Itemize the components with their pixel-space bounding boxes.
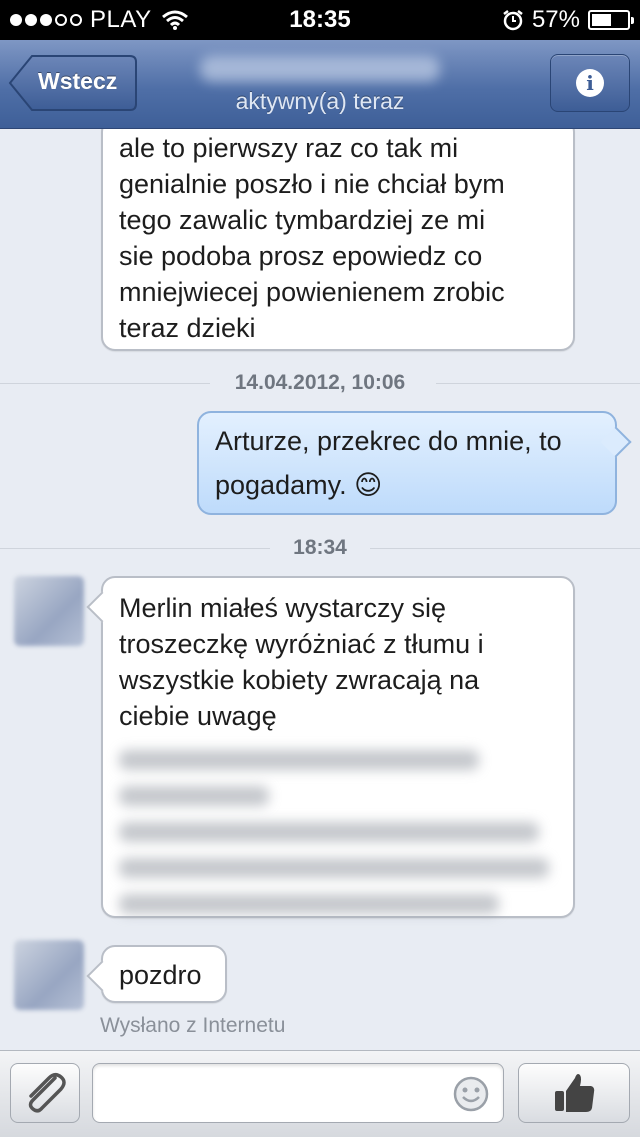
message-line: tego zawalic tymbardziej ze mi: [119, 205, 486, 235]
battery-fill: [592, 14, 611, 26]
message-input-bar: [0, 1050, 640, 1137]
redacted-line: [119, 750, 479, 770]
redacted-link-text: [119, 750, 557, 914]
sender-avatar[interactable]: [14, 940, 84, 1010]
redacted-line: [119, 858, 549, 878]
navigation-bar: Wstecz aktywny(a) teraz i: [0, 40, 640, 129]
smiley-emoji: 😊: [354, 470, 383, 501]
sender-avatar[interactable]: [14, 576, 84, 646]
redacted-line: [119, 822, 539, 842]
alarm-icon: [503, 10, 523, 31]
status-bar: PLAY 18:35 57%: [0, 0, 640, 40]
redacted-line: [119, 894, 499, 914]
redacted-name-blur: [200, 56, 440, 82]
like-button[interactable]: [518, 1063, 630, 1123]
message-line: Merlin miałeś wystarczy się: [119, 593, 447, 623]
contact-name-redacted: [190, 52, 450, 86]
timestamp-divider: 18:34: [0, 536, 640, 560]
status-right: 57%: [502, 6, 634, 34]
smiley-icon[interactable]: [452, 1075, 490, 1113]
message-input[interactable]: [92, 1063, 504, 1123]
attach-button[interactable]: [10, 1063, 80, 1123]
message-line: mniejwiecej powienienem zrobic: [119, 277, 505, 307]
divider-line: [436, 383, 640, 384]
message-line: wszystkie kobiety zwracają na: [119, 665, 480, 695]
battery-icon: [588, 10, 634, 30]
paperclip-icon: [28, 1073, 66, 1113]
message-bubble-incoming: ale to pierwszy raz co tak mi genialnie …: [101, 118, 575, 351]
thumbs-up-icon: [555, 1074, 595, 1112]
message-line: ale to pierwszy raz co tak mi: [119, 133, 459, 163]
message-bubble-incoming: pozdro: [101, 945, 227, 1003]
timestamp-divider: 14.04.2012, 10:06: [0, 371, 640, 395]
message-line: sie podoba prosz epowiedz co: [119, 241, 483, 271]
message-line: Arturze, przekrec do mnie, to: [215, 426, 562, 456]
message-line: genialnie poszło i nie chciał bym: [119, 169, 505, 199]
message-bubble-outgoing: Arturze, przekrec do mnie, to pogadamy. …: [197, 411, 617, 515]
message-line: pozdro: [119, 960, 202, 990]
info-icon: i: [576, 69, 604, 97]
sent-via-label: Wysłano z Internetu: [100, 1014, 286, 1037]
divider-line: [370, 548, 640, 549]
message-line: troszeczkę wyróżniać z tłumu i: [119, 629, 484, 659]
message-line: pogadamy. 😊: [215, 463, 599, 508]
presence-status: aktywny(a) teraz: [235, 88, 405, 114]
info-button[interactable]: i: [550, 54, 630, 112]
message-line: teraz dzieki: [119, 313, 256, 343]
timestamp: 18:34: [279, 536, 361, 559]
divider-line: [0, 383, 210, 384]
message-text: pogadamy.: [215, 470, 347, 500]
message-bubble-incoming: Merlin miałeś wystarczy się troszeczkę w…: [101, 576, 575, 918]
divider-line: [0, 548, 270, 549]
timestamp: 14.04.2012, 10:06: [220, 371, 420, 394]
redacted-line: [119, 786, 269, 806]
message-line: ciebie uwagę: [119, 701, 277, 731]
battery-percent: 57%: [531, 6, 580, 33]
